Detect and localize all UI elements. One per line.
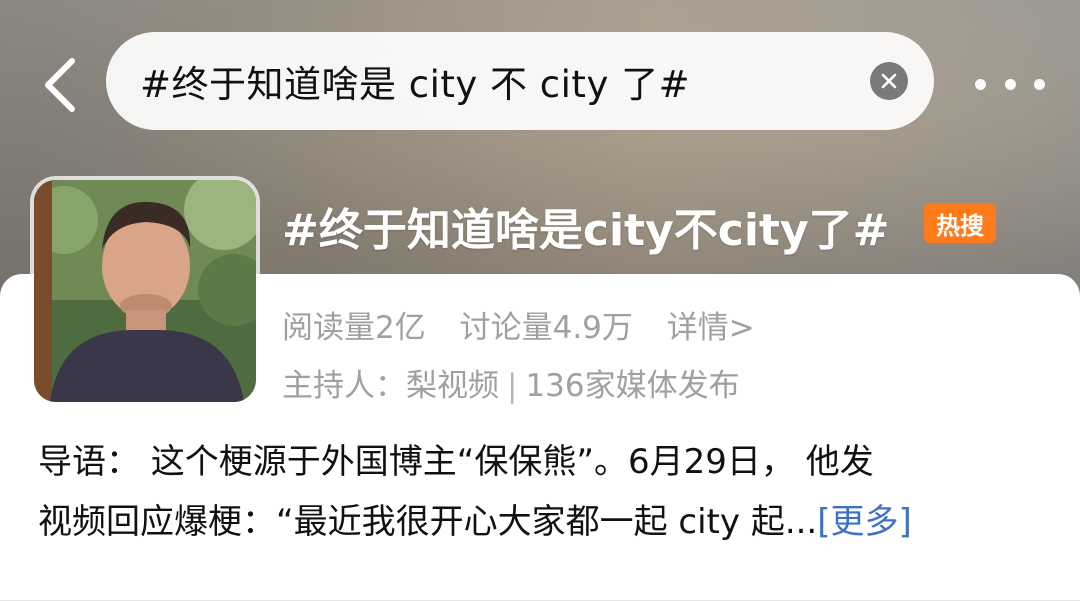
details-link[interactable]: 详情> (667, 310, 755, 346)
host-name[interactable]: 梨视频 (406, 368, 499, 404)
topic-title: #终于知道啥是city不city了# (282, 205, 890, 256)
hot-badge: 热搜 (924, 203, 996, 243)
intro-line-1: 导语： 这个梗源于外国博主“保保熊”。6月29日， 他发 (38, 442, 874, 482)
intro-line-2-text: 视频回应爆梗：“最近我很开心大家都一起 city 起... (38, 502, 818, 542)
more-dot (1034, 78, 1045, 90)
search-bar[interactable]: #终于知道啥是 city 不 city 了# (106, 32, 934, 130)
host-info: 主持人：梨视频 | 136家媒体发布 (282, 360, 740, 405)
intro-more-link[interactable]: [更多] (817, 502, 912, 542)
more-options-button[interactable] (975, 64, 1045, 104)
more-dot (1004, 78, 1016, 90)
intro-line-2: 视频回应爆梗：“最近我很开心大家都一起 city 起...[更多] (38, 492, 1048, 552)
chevron-left-icon (45, 58, 75, 112)
topic-avatar[interactable] (34, 180, 256, 402)
search-input[interactable]: #终于知道啥是 city 不 city 了# (140, 54, 690, 108)
clear-search-button[interactable] (870, 62, 908, 100)
topic-intro: 导语： 这个梗源于外国博主“保保熊”。6月29日， 他发 视频回应爆梗：“最近我… (38, 432, 1048, 552)
close-icon (881, 73, 897, 89)
topic-stats: 阅读量2亿 讨论量4.9万 详情> (282, 302, 779, 347)
host-separator: | (507, 368, 518, 404)
media-count[interactable]: 136家媒体发布 (525, 368, 739, 404)
discussion-count: 讨论量4.9万 (459, 310, 633, 346)
host-label: 主持人： (282, 368, 406, 404)
back-button[interactable] (30, 55, 90, 115)
read-count: 阅读量2亿 (282, 310, 426, 346)
more-dot (975, 78, 986, 90)
